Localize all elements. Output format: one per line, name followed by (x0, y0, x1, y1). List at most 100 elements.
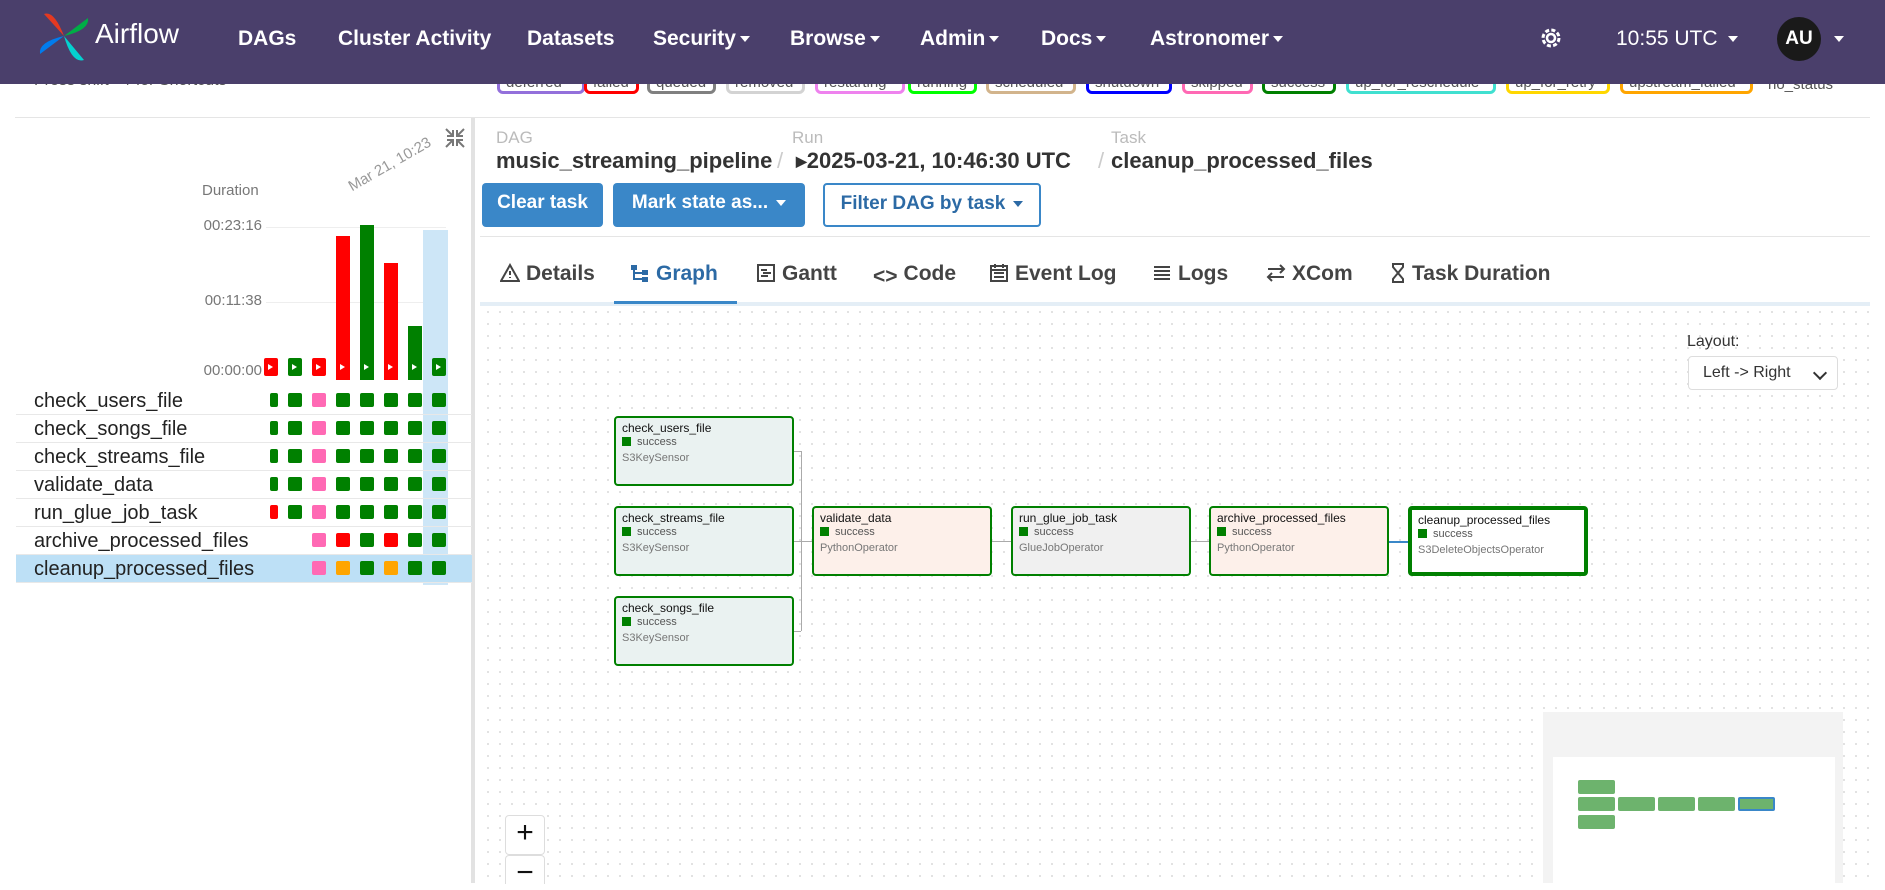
task-instance-square[interactable] (312, 393, 326, 407)
dag-run-button[interactable] (384, 358, 398, 376)
task-row[interactable]: archive_processed_files (16, 527, 472, 555)
task-instance-square[interactable] (270, 477, 278, 491)
task-instance-square[interactable] (336, 505, 350, 519)
task-instance-square[interactable] (336, 477, 350, 491)
task-instance-square[interactable] (270, 421, 278, 435)
task-instance-square[interactable] (432, 421, 446, 435)
brand-name[interactable]: Airflow (95, 18, 179, 50)
task-instance-square[interactable] (270, 449, 278, 463)
task-row[interactable]: check_songs_file (16, 415, 472, 443)
breadcrumb-dag[interactable]: music_streaming_pipeline (496, 148, 772, 174)
task-instance-square[interactable] (408, 421, 422, 435)
task-instance-square[interactable] (336, 449, 350, 463)
graph-node[interactable]: archive_processed_files success PythonOp… (1209, 506, 1389, 576)
tab-details[interactable]: Details (500, 262, 595, 286)
task-instance-square[interactable] (288, 505, 302, 519)
task-instance-square[interactable] (432, 449, 446, 463)
task-instance-square[interactable] (432, 505, 446, 519)
chevron-down-icon[interactable] (1834, 36, 1844, 42)
task-instance-square[interactable] (360, 477, 374, 491)
task-instance-square[interactable] (288, 449, 302, 463)
task-instance-square[interactable] (432, 533, 446, 547)
user-avatar[interactable]: AU (1777, 17, 1821, 61)
tab-gantt[interactable]: Gantt (756, 262, 837, 286)
dag-run-button[interactable] (288, 358, 302, 376)
task-instance-square[interactable] (336, 393, 350, 407)
gear-icon[interactable] (1537, 24, 1565, 52)
graph-node[interactable]: check_streams_file success S3KeySensor (614, 506, 794, 576)
task-instance-square[interactable] (384, 449, 398, 463)
tab-event-log[interactable]: Event Log (989, 262, 1117, 286)
task-row[interactable]: check_streams_file (16, 443, 472, 471)
time-dropdown[interactable]: 10:55 UTC (1616, 27, 1738, 51)
filter-dag-button[interactable]: Filter DAG by task (823, 183, 1041, 227)
nav-cluster-activity[interactable]: Cluster Activity (338, 27, 491, 51)
task-name[interactable]: check_songs_file (34, 418, 187, 441)
collapse-icon[interactable] (443, 126, 467, 150)
tab-task-duration[interactable]: Task Duration (1390, 262, 1550, 286)
nav-dags[interactable]: DAGs (238, 27, 296, 51)
graph-node[interactable]: validate_data success PythonOperator (812, 506, 992, 576)
graph-node[interactable]: check_users_file success S3KeySensor (614, 416, 794, 486)
task-instance-square[interactable] (288, 477, 302, 491)
task-instance-square[interactable] (336, 533, 350, 547)
duration-bar[interactable] (360, 225, 374, 380)
nav-docs[interactable]: Docs (1041, 27, 1107, 51)
dag-run-button[interactable] (408, 358, 422, 376)
task-instance-square[interactable] (336, 421, 350, 435)
task-instance-square[interactable] (312, 449, 326, 463)
nav-security[interactable]: Security (653, 27, 750, 51)
zoom-out-button[interactable]: − (505, 855, 545, 889)
breadcrumb-run[interactable]: ▶2025-03-21, 10:46:30 UTC (796, 148, 1071, 174)
dag-run-button[interactable] (360, 358, 374, 376)
dag-run-button[interactable] (336, 358, 350, 376)
task-instance-square[interactable] (360, 533, 374, 547)
nav-astronomer[interactable]: Astronomer (1150, 27, 1284, 51)
task-instance-square[interactable] (312, 505, 326, 519)
task-instance-square[interactable] (288, 421, 302, 435)
task-instance-square[interactable] (408, 505, 422, 519)
task-name[interactable]: archive_processed_files (34, 530, 249, 553)
task-instance-square[interactable] (270, 393, 278, 407)
nav-browse[interactable]: Browse (790, 27, 880, 51)
dag-run-button[interactable] (432, 358, 446, 376)
task-instance-square[interactable] (408, 533, 422, 547)
graph-node[interactable]: check_songs_file success S3KeySensor (614, 596, 794, 666)
task-instance-square[interactable] (432, 477, 446, 491)
task-instance-square[interactable] (384, 421, 398, 435)
task-instance-square[interactable] (384, 533, 398, 547)
task-instance-square[interactable] (384, 561, 398, 575)
zoom-in-button[interactable]: + (505, 815, 545, 855)
task-instance-square[interactable] (432, 393, 446, 407)
mark-state-button[interactable]: Mark state as... (613, 183, 805, 227)
nav-datasets[interactable]: Datasets (527, 27, 615, 51)
task-instance-square[interactable] (408, 449, 422, 463)
task-instance-square[interactable] (270, 505, 278, 519)
airflow-logo-icon[interactable] (36, 8, 92, 64)
task-instance-square[interactable] (288, 393, 302, 407)
breadcrumb-task[interactable]: cleanup_processed_files (1111, 148, 1373, 174)
dag-run-button[interactable] (312, 358, 326, 376)
task-instance-square[interactable] (336, 561, 350, 575)
task-instance-square[interactable] (384, 477, 398, 491)
task-instance-square[interactable] (312, 533, 326, 547)
task-instance-square[interactable] (408, 561, 422, 575)
task-row[interactable]: check_users_file (16, 387, 472, 415)
task-name[interactable]: validate_data (34, 474, 153, 497)
task-row[interactable]: validate_data (16, 471, 472, 499)
tab-logs[interactable]: Logs (1152, 262, 1228, 286)
task-instance-square[interactable] (360, 393, 374, 407)
clear-task-button[interactable]: Clear task (482, 183, 603, 227)
dag-run-button[interactable] (264, 358, 278, 376)
task-name[interactable]: run_glue_job_task (34, 502, 197, 525)
task-instance-square[interactable] (312, 421, 326, 435)
task-row[interactable]: cleanup_processed_files (16, 555, 472, 583)
task-instance-square[interactable] (360, 449, 374, 463)
graph-node-selected[interactable]: cleanup_processed_files success S3Delete… (1408, 506, 1588, 576)
task-instance-square[interactable] (312, 561, 326, 575)
task-instance-square[interactable] (384, 505, 398, 519)
task-row[interactable]: run_glue_job_task (16, 499, 472, 527)
tab-graph[interactable]: Graph (630, 262, 718, 286)
tab-code[interactable]: <> Code (873, 262, 956, 289)
task-name[interactable]: check_users_file (34, 390, 183, 413)
